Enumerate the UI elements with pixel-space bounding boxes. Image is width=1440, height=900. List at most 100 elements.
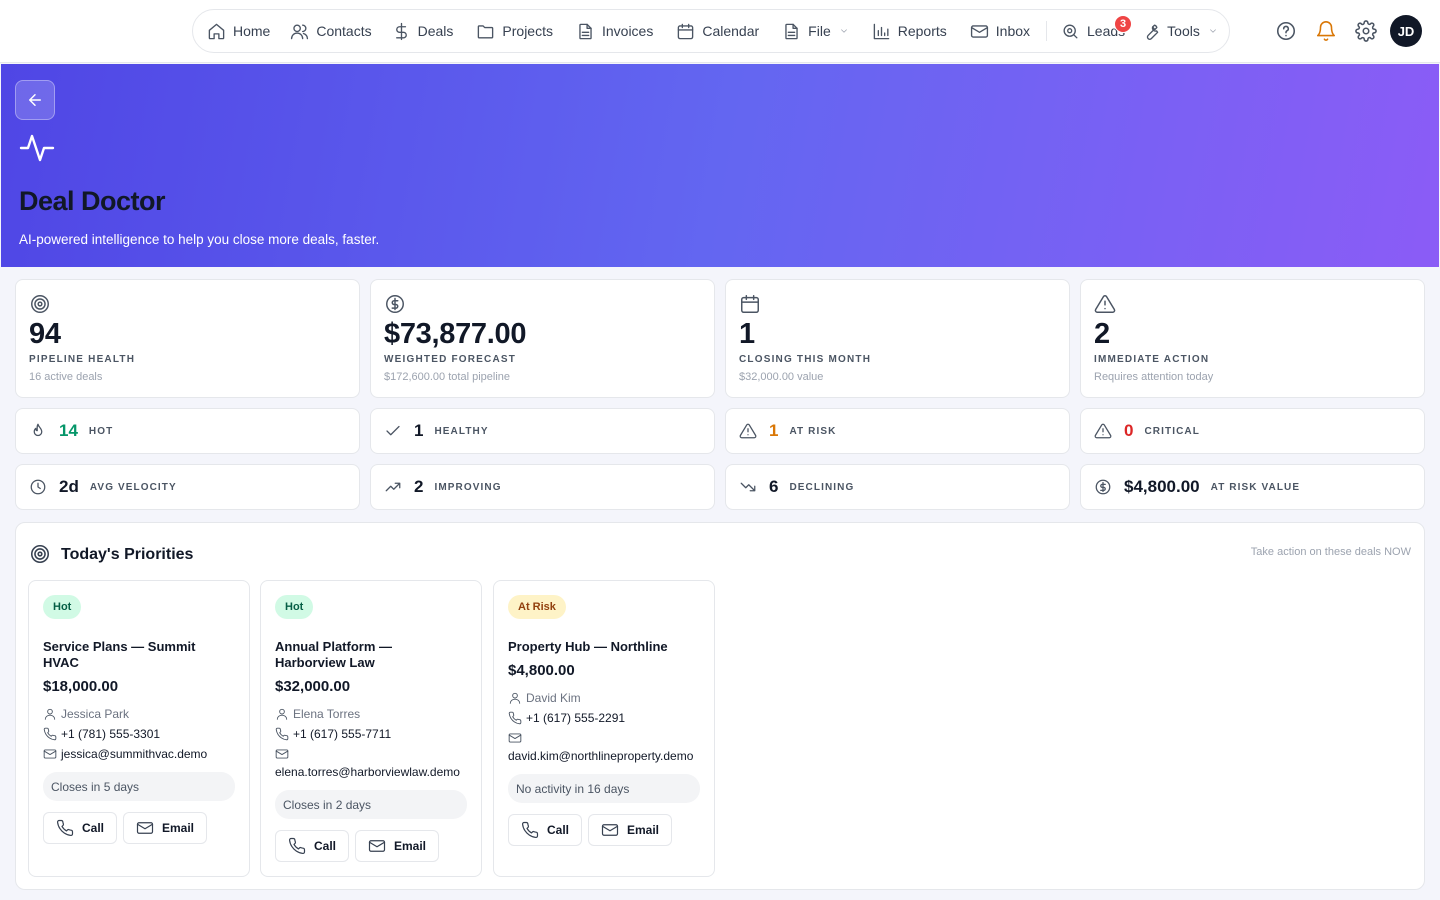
call-button[interactable]: Call bbox=[43, 812, 118, 844]
metric-value: 2d bbox=[59, 477, 79, 496]
stat-card-pipeline-health: 94 PIPELINE HEALTH 16 active deals bbox=[15, 279, 360, 398]
deal-name: Service Plans — Summit HVAC bbox=[43, 639, 196, 670]
nav-deals-label: Deals bbox=[417, 23, 454, 39]
nav-projects[interactable]: Projects bbox=[476, 9, 553, 53]
deal-status-tag: Hot bbox=[275, 595, 314, 619]
mail-icon bbox=[601, 824, 619, 836]
nav-calendar[interactable]: Calendar bbox=[676, 9, 759, 53]
check-icon bbox=[386, 425, 400, 436]
metric-label: AVG VELOCITY bbox=[89, 481, 177, 493]
user-icon bbox=[44, 708, 56, 720]
deal-status-tag: At Risk bbox=[508, 595, 566, 619]
stat-subtext: 16 active deals bbox=[29, 371, 103, 383]
mail-icon bbox=[368, 840, 386, 852]
email-label: Email bbox=[162, 821, 195, 835]
stat-value: 2 bbox=[1094, 318, 1110, 350]
folder-icon bbox=[478, 24, 494, 39]
nav-invoices-label: Invoices bbox=[601, 23, 654, 39]
nav-reports[interactable]: Reports bbox=[872, 9, 947, 53]
chevron-down-icon bbox=[1210, 29, 1216, 33]
nav-tools-label: Tools bbox=[1167, 23, 1200, 39]
mail-icon bbox=[275, 749, 289, 759]
stat-subtext: Requires attention today bbox=[1094, 371, 1214, 383]
email-address: david.kim@northlineproperty.demo bbox=[508, 749, 694, 763]
metric-avg-velocity: 2d AVG VELOCITY bbox=[15, 464, 360, 510]
back-button[interactable] bbox=[15, 80, 55, 120]
phone-number: +1 (781) 555-3301 bbox=[61, 727, 161, 741]
metric-label: HEALTHY bbox=[434, 425, 489, 437]
stat-subtext: $32,000.00 value bbox=[739, 371, 824, 383]
phone-icon bbox=[521, 821, 539, 839]
nav-tools-menu[interactable]: Tools bbox=[1141, 9, 1218, 53]
deal-amount: $32,000.00 bbox=[275, 678, 351, 695]
page-subtitle: AI-powered intelligence to help you clos… bbox=[19, 232, 380, 247]
deal-email[interactable]: jessica@summithvac.demo bbox=[43, 747, 207, 761]
deal-contact: Jessica Park bbox=[43, 707, 129, 721]
deal-card[interactable]: At Risk Property Hub — Northline $4,800.… bbox=[493, 580, 715, 877]
settings-button[interactable] bbox=[1355, 20, 1377, 42]
nav-deals[interactable]: Deals bbox=[392, 9, 454, 53]
phone-icon bbox=[43, 727, 57, 741]
deal-email[interactable]: elena.torres@harborviewlaw.demo bbox=[275, 765, 460, 779]
notifications-button[interactable] bbox=[1315, 20, 1337, 42]
user-icon bbox=[509, 692, 521, 704]
user-avatar[interactable]: JD bbox=[1390, 15, 1422, 47]
deal-email[interactable]: david.kim@northlineproperty.demo bbox=[508, 749, 693, 763]
nav-projects-label: Projects bbox=[502, 23, 553, 39]
alert-triangle-icon bbox=[739, 423, 757, 439]
nav-invoices[interactable]: Invoices bbox=[576, 9, 653, 53]
deal-timing: No activity in 16 days bbox=[508, 774, 700, 803]
deal-contact: David Kim bbox=[508, 691, 581, 705]
call-button[interactable]: Call bbox=[508, 814, 583, 846]
deal-card[interactable]: Hot Service Plans — Summit HVAC $18,000.… bbox=[28, 580, 250, 877]
phone-icon bbox=[508, 711, 522, 725]
deal-email-icon-row[interactable] bbox=[508, 731, 526, 745]
email-button[interactable]: Email bbox=[123, 812, 208, 844]
stat-card-weighted-forecast: $73,877.00 WEIGHTED FORECAST $172,600.00… bbox=[370, 279, 715, 398]
metric-at-risk: 1 AT RISK bbox=[725, 408, 1070, 454]
metric-label: HOT bbox=[88, 425, 114, 437]
email-button[interactable]: Email bbox=[588, 814, 673, 846]
stat-label: IMMEDIATE ACTION bbox=[1094, 354, 1210, 365]
main-nav: Home Contacts Deals Projects Invoices Ca… bbox=[192, 9, 1230, 53]
deal-phone[interactable]: +1 (617) 555-2291 bbox=[508, 711, 625, 725]
nav-file-menu[interactable]: File bbox=[782, 9, 849, 53]
phone-icon bbox=[275, 727, 289, 741]
stat-subtext: $172,600.00 total pipeline bbox=[384, 371, 510, 383]
call-button[interactable]: Call bbox=[275, 830, 350, 862]
stat-card-immediate-action: 2 IMMEDIATE ACTION Requires attention to… bbox=[1080, 279, 1425, 398]
nav-contacts[interactable]: Contacts bbox=[290, 9, 372, 53]
nav-calendar-label: Calendar bbox=[702, 23, 760, 39]
calendar-icon bbox=[739, 293, 761, 315]
hero-banner: Deal Doctor AI-powered intelligence to h… bbox=[1, 64, 1439, 267]
phone-icon bbox=[288, 837, 306, 855]
metric-value: 1 bbox=[414, 421, 424, 440]
metric-label: AT RISK bbox=[789, 425, 837, 437]
nav-inbox[interactable]: Inbox bbox=[970, 9, 1030, 53]
metric-at-risk-value: $4,800.00 AT RISK VALUE bbox=[1080, 464, 1425, 510]
gear-icon bbox=[1355, 20, 1377, 42]
metric-improving: 2 IMPROVING bbox=[370, 464, 715, 510]
deal-status-tag: Hot bbox=[43, 595, 82, 619]
deal-phone[interactable]: +1 (781) 555-3301 bbox=[43, 727, 160, 741]
contact-name: David Kim bbox=[526, 691, 581, 705]
help-button[interactable] bbox=[1275, 20, 1297, 42]
chevron-down-icon bbox=[840, 29, 847, 33]
arrow-left-icon bbox=[29, 94, 41, 106]
deal-phone[interactable]: +1 (617) 555-7711 bbox=[275, 727, 391, 741]
calendar-icon bbox=[678, 23, 694, 39]
page-title: Deal Doctor bbox=[19, 186, 166, 216]
stat-value: 94 bbox=[29, 318, 61, 350]
call-label: Call bbox=[82, 821, 105, 835]
nav-leads[interactable]: Leads 3 bbox=[1061, 9, 1133, 53]
email-button[interactable]: Email bbox=[355, 830, 440, 862]
metric-label: CRITICAL bbox=[1144, 425, 1200, 437]
nav-home[interactable]: Home bbox=[207, 9, 270, 53]
contact-name: Jessica Park bbox=[61, 707, 130, 721]
phone-number: +1 (617) 555-2291 bbox=[526, 711, 626, 725]
deal-card[interactable]: Hot Annual Platform — Harborview Law $32… bbox=[260, 580, 482, 877]
activity-icon bbox=[19, 132, 55, 164]
metric-value: 2 bbox=[414, 477, 424, 496]
deal-email-icon-row[interactable] bbox=[275, 747, 293, 761]
nav-inbox-label: Inbox bbox=[995, 23, 1031, 39]
